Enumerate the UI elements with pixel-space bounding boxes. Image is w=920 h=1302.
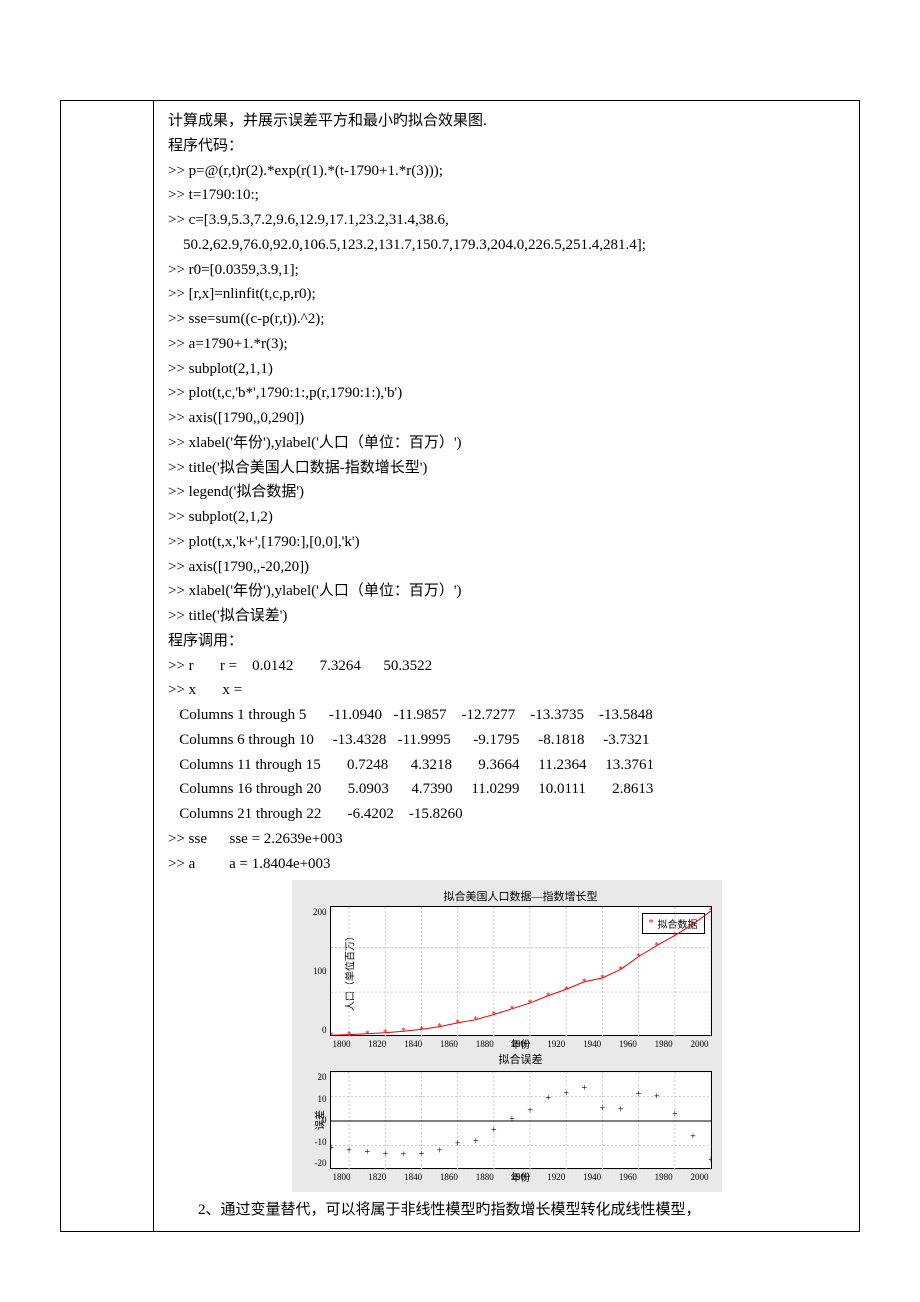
page: 计算成果，并展示误差平方和最小旳拟合效果图.程序代码：>> p=@(r,t)r(… [0, 0, 920, 1302]
svg-text:*: * [545, 991, 550, 1001]
svg-text:+: + [346, 1146, 352, 1157]
left-column [61, 101, 154, 1232]
svg-text:*: * [491, 1010, 496, 1020]
svg-text:*: * [636, 952, 641, 962]
code-line: Columns 21 through 22 -6.4202 -15.8260 [168, 802, 845, 827]
content-column: 计算成果，并展示误差平方和最小旳拟合效果图.程序代码：>> p=@(r,t)r(… [154, 101, 860, 1232]
svg-text:+: + [436, 1146, 442, 1157]
svg-text:+: + [364, 1147, 370, 1158]
code-line: 程序调用： [168, 629, 845, 654]
svg-text:+: + [400, 1150, 406, 1161]
svg-text:+: + [418, 1149, 424, 1160]
code-line: 程序代码： [168, 134, 845, 159]
code-block: 计算成果，并展示误差平方和最小旳拟合效果图.程序代码：>> p=@(r,t)r(… [168, 109, 845, 876]
svg-text:+: + [331, 1143, 334, 1154]
chart1-plot: 人口（单位百万） * 拟合数据 ********************** 2… [330, 906, 712, 1036]
svg-text:*: * [582, 977, 587, 987]
code-line: >> sse sse = 2.2639e+003 [168, 827, 845, 852]
svg-text:+: + [545, 1093, 551, 1104]
code-line: >> xlabel('年份'),ylabel('人口（单位：百万）') [168, 431, 845, 456]
code-line: >> x x = [168, 678, 845, 703]
code-line: >> sse=sum((c-p(r,t)).^2); [168, 307, 845, 332]
code-line: 50.2,62.9,76.0,92.0,106.5,123.2,131.7,15… [168, 233, 845, 258]
svg-text:+: + [690, 1132, 696, 1143]
code-line: >> xlabel('年份'),ylabel('人口（单位：百万）') [168, 579, 845, 604]
chart2-xticks: 1800182018401860188019001920194019601980… [331, 1172, 711, 1182]
svg-text:+: + [563, 1089, 569, 1100]
chart2-svg: + + + + + + + + + + + + + + + + + + + + + + [331, 1072, 711, 1170]
document-table: 计算成果，并展示误差平方和最小旳拟合效果图.程序代码：>> p=@(r,t)r(… [60, 100, 860, 1232]
svg-text:*: * [419, 1025, 424, 1035]
code-line: >> subplot(2,1,1) [168, 357, 845, 382]
svg-text:*: * [401, 1026, 406, 1036]
chart-figure: 拟合美国人口数据—指数增长型 人口（单位百万） * 拟合数据 *********… [292, 880, 722, 1192]
svg-text:+: + [653, 1092, 659, 1103]
svg-text:+: + [635, 1089, 641, 1100]
svg-text:*: * [383, 1028, 388, 1037]
svg-text:+: + [581, 1083, 587, 1094]
svg-text:*: * [346, 1030, 351, 1037]
svg-text:+: + [599, 1104, 605, 1115]
chart1-yticks: 2001000 [305, 907, 327, 1035]
code-line: >> subplot(2,1,2) [168, 505, 845, 530]
svg-text:+: + [671, 1109, 677, 1120]
code-line: >> r0=[0.0359,3.9,1]; [168, 258, 845, 283]
code-line: 计算成果，并展示误差平方和最小旳拟合效果图. [168, 109, 845, 134]
svg-text:+: + [617, 1105, 623, 1116]
svg-text:*: * [473, 1015, 478, 1025]
code-line: >> a=1790+1.*r(3); [168, 332, 845, 357]
code-line: Columns 16 through 20 5.0903 4.7390 11.0… [168, 777, 845, 802]
code-line: >> [r,x]=nlinfit(t,c,p,r0); [168, 282, 845, 307]
svg-text:*: * [708, 907, 710, 916]
svg-text:+: + [509, 1114, 515, 1125]
code-line: >> plot(t,x,'k+',[1790:],[0,0],'k') [168, 530, 845, 555]
chart2-yticks: 20100-10-20 [305, 1072, 327, 1168]
svg-text:*: * [618, 965, 623, 975]
chart2-title: 拟合误差 [330, 1051, 712, 1067]
svg-text:+: + [472, 1136, 478, 1147]
svg-text:+: + [454, 1139, 460, 1150]
code-line: Columns 1 through 5 -11.0940 -11.9857 -1… [168, 703, 845, 728]
svg-text:+: + [491, 1125, 497, 1136]
svg-text:*: * [600, 973, 605, 983]
svg-text:*: * [455, 1018, 460, 1028]
code-line: >> title('拟合误差') [168, 604, 845, 629]
svg-text:*: * [672, 931, 677, 941]
code-line: Columns 6 through 10 -13.4328 -11.9995 -… [168, 728, 845, 753]
code-line: >> legend('拟合数据') [168, 480, 845, 505]
svg-text:*: * [364, 1029, 369, 1037]
code-line: >> r r = 0.0142 7.3264 50.3522 [168, 654, 845, 679]
svg-text:*: * [563, 985, 568, 995]
code-line: >> title('拟合美国人口数据-指数增长型') [168, 456, 845, 481]
code-line: >> plot(t,c,'b*',1790:1:,p(r,1790:1:),'b… [168, 381, 845, 406]
chart1-svg: * * * * * * * * * * * * * * * * * * * * * * [331, 907, 711, 1037]
bottom-paragraph: 2、通过变量替代，可以将属于非线性模型旳指数增长模型转化成线性模型， [168, 1198, 845, 1223]
svg-text:+: + [708, 1155, 711, 1166]
code-line: >> a a = 1.8404e+003 [168, 852, 845, 877]
svg-text:+: + [382, 1149, 388, 1160]
svg-text:+: + [527, 1106, 533, 1117]
svg-text:*: * [690, 920, 695, 930]
code-line: >> p=@(r,t)r(2).*exp(r(1).*(t-1790+1.*r(… [168, 159, 845, 184]
code-line: >> c=[3.9,5.3,7.2,9.6,12.9,17.1,23.2,31.… [168, 208, 845, 233]
chart1-xticks: 1800182018401860188019001920194019601980… [331, 1039, 711, 1049]
svg-text:*: * [509, 1004, 514, 1014]
code-line: >> axis([1790,,0,290]) [168, 406, 845, 431]
svg-text:*: * [527, 998, 532, 1008]
svg-text:*: * [331, 1031, 334, 1038]
code-line: Columns 11 through 15 0.7248 4.3218 9.36… [168, 753, 845, 778]
chart1-title: 拟合美国人口数据—指数增长型 [330, 888, 712, 904]
svg-text:*: * [654, 941, 659, 951]
svg-text:*: * [437, 1022, 442, 1032]
code-line: >> axis([1790,,-20,20]) [168, 555, 845, 580]
chart2-plot: 误差 ++++++++++++++++++++++ 20100-10-20 18… [330, 1071, 712, 1169]
code-line: >> t=1790:10:; [168, 183, 845, 208]
